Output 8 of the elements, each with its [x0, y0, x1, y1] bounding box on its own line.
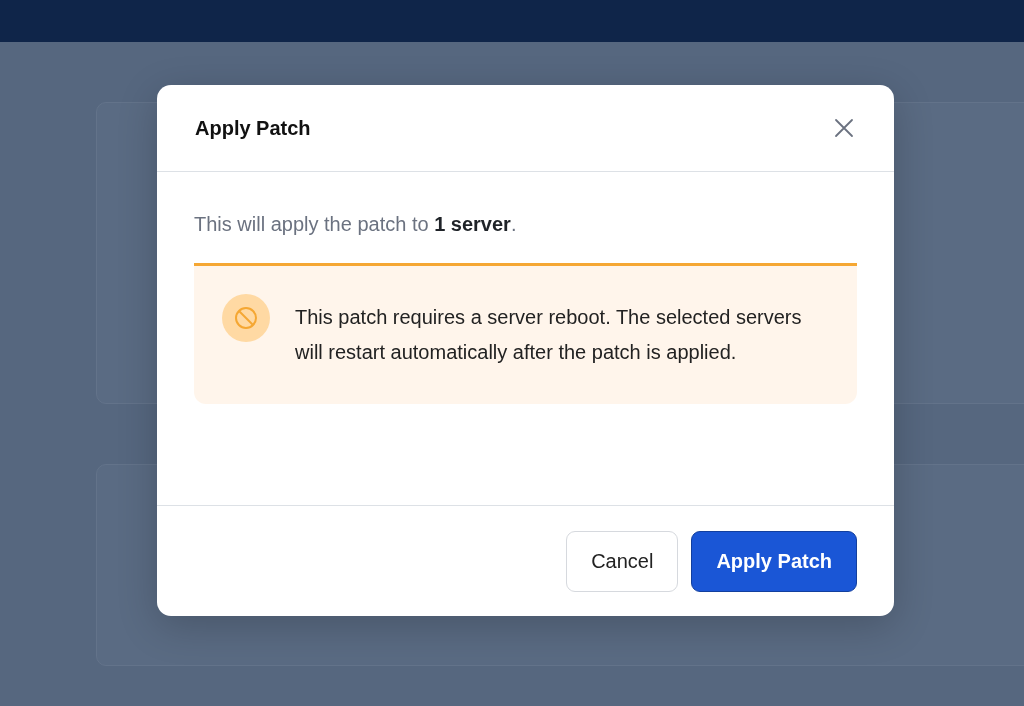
- close-button[interactable]: [832, 116, 856, 140]
- cancel-button[interactable]: Cancel: [566, 530, 679, 592]
- alert-message: This patch requires a server reboot. The selected servers will restart automatically after the patch is applied.: [295, 305, 803, 365]
- apply-button[interactable]: Apply Patch: [691, 530, 857, 592]
- prohibited-icon: [222, 294, 270, 342]
- summary-text: This will apply the patch to 1 server.: [194, 213, 518, 236]
- close-icon: [834, 118, 854, 138]
- dialog-title: Apply Patch: [195, 116, 311, 140]
